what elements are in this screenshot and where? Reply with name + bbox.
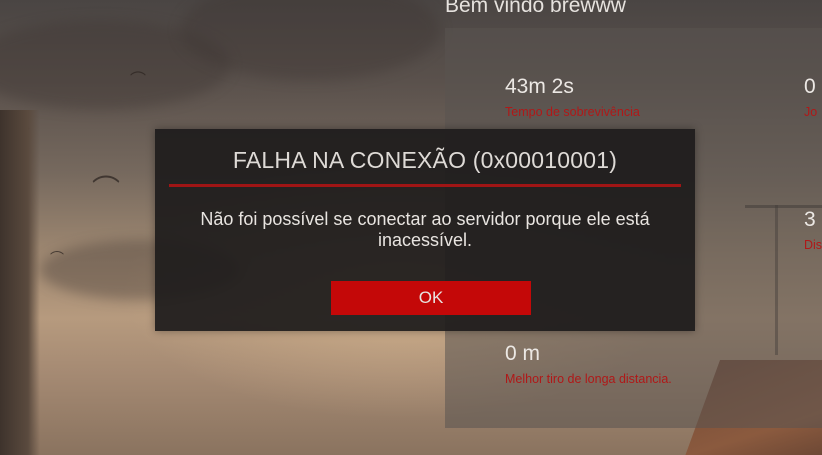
stat-label: Dis bbox=[804, 238, 822, 252]
welcome-title: Bem vindo brewww bbox=[445, 0, 626, 17]
dialog-title: FALHA NA CONEXÃO (0x00010001) bbox=[232, 147, 618, 173]
dialog-divider bbox=[169, 184, 681, 187]
stat-value: 43m 2s bbox=[505, 75, 574, 98]
stat-survival-time: 43m 2s Tempo de sobrevivência bbox=[505, 75, 640, 119]
dialog-message: Não foi possível se conectar ao servidor… bbox=[200, 209, 650, 250]
bird-icon: ⌒ bbox=[130, 70, 147, 89]
stat-label: Jo bbox=[804, 105, 818, 119]
ruin-silhouette bbox=[0, 110, 40, 455]
stat-long-shot: 0 m Melhor tiro de longa distancia. bbox=[505, 342, 672, 386]
ok-button[interactable]: OK bbox=[331, 281, 531, 315]
connection-error-dialog: FALHA NA CONEXÃO (0x00010001) Não foi po… bbox=[155, 129, 695, 331]
bird-icon: ⌒ bbox=[50, 251, 64, 267]
bird-icon: ⌒ bbox=[92, 173, 121, 206]
stat-value: 0 m bbox=[505, 342, 541, 365]
stat-label: Melhor tiro de longa distancia. bbox=[505, 372, 672, 386]
stat-right-mid: 3 Dis bbox=[804, 208, 822, 252]
stat-label: Tempo de sobrevivência bbox=[505, 105, 640, 119]
game-background: ⌒ ⌒ ⌒ ⌒ Bem vindo brewww 43m 2s Tempo de… bbox=[0, 0, 822, 455]
stat-value: 3 bbox=[804, 208, 816, 231]
stat-right-top: 0 Jo bbox=[804, 75, 817, 119]
stat-value: 0 bbox=[804, 75, 816, 98]
